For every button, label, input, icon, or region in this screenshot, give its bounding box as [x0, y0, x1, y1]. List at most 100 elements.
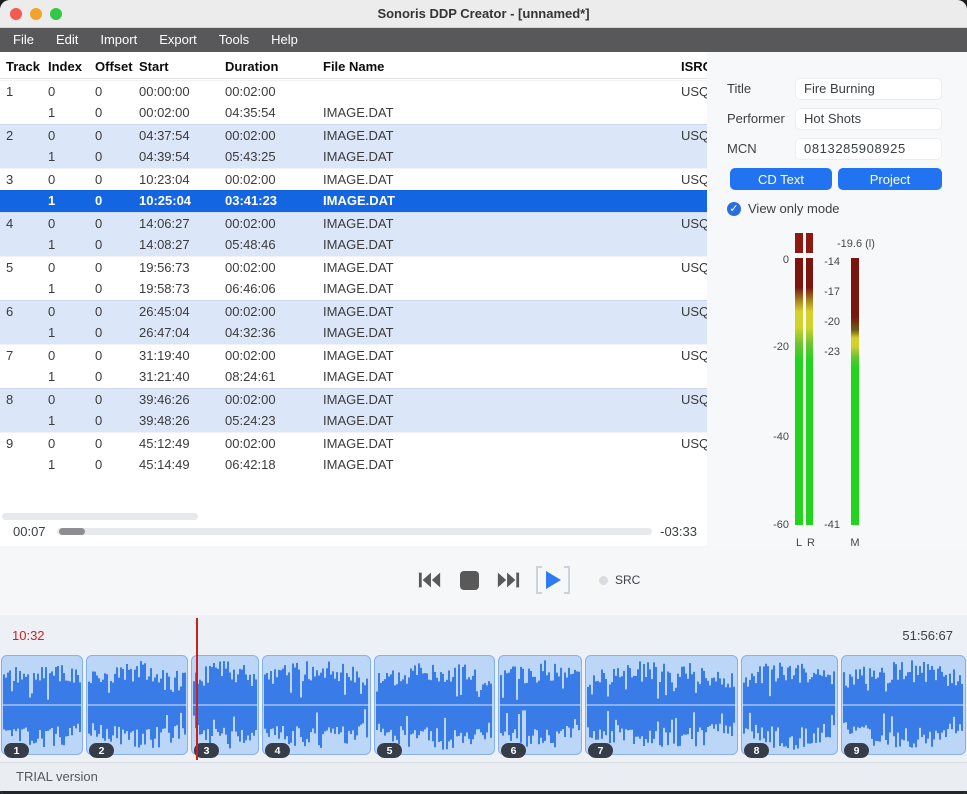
audio-clip[interactable]: 8: [741, 655, 838, 755]
cell-start: 14:08:27: [139, 234, 221, 256]
table-row[interactable]: 40014:06:2700:02:00IMAGE.DATUSQ: [0, 212, 707, 234]
table-row[interactable]: 60026:45:0400:02:00IMAGE.DATUSQ: [0, 300, 707, 322]
src-toggle[interactable]: SRC: [599, 573, 640, 587]
cell-offset: 0: [95, 278, 135, 300]
seek-slider-thumb[interactable]: [59, 528, 85, 535]
horizontal-scrollbar[interactable]: [2, 513, 198, 520]
cell-isrc: [681, 146, 707, 168]
cell-offset: 0: [95, 146, 135, 168]
play-button[interactable]: [536, 566, 570, 594]
track-number-badge: 1: [4, 743, 29, 758]
audio-clip[interactable]: 9: [841, 655, 966, 755]
total-duration: 51:56:67: [902, 628, 953, 643]
cell-track: [6, 146, 46, 168]
cell-start: 26:45:04: [139, 301, 221, 323]
table-row[interactable]: 70031:19:4000:02:00IMAGE.DATUSQ: [0, 344, 707, 366]
m-scale-bottom: -41: [802, 519, 840, 531]
audio-clip[interactable]: 5: [374, 655, 495, 755]
title-label: Title: [727, 78, 751, 100]
project-button[interactable]: Project: [838, 168, 942, 190]
performer-field[interactable]: [795, 108, 942, 130]
table-row[interactable]: 1039:48:2605:24:23IMAGE.DAT: [0, 410, 707, 432]
column-header-index[interactable]: Index: [48, 57, 88, 79]
audio-clip[interactable]: 4: [262, 655, 371, 755]
m-scale-tick: -20: [802, 316, 840, 328]
cell-index: 1: [48, 146, 88, 168]
cell-isrc: USQ: [681, 81, 707, 103]
cell-offset: 0: [95, 190, 135, 212]
cell-isrc: [681, 234, 707, 256]
title-field[interactable]: [795, 78, 942, 100]
table-row[interactable]: 1045:14:4906:42:18IMAGE.DAT: [0, 454, 707, 476]
seek-slider[interactable]: [57, 528, 652, 535]
table-row[interactable]: 10000:00:0000:02:00USQ: [0, 80, 707, 102]
cell-offset: 0: [95, 322, 135, 344]
loudness-meter-m: [851, 258, 859, 525]
table-row[interactable]: 1026:47:0404:32:36IMAGE.DAT: [0, 322, 707, 344]
table-row[interactable]: 1031:21:4008:24:61IMAGE.DAT: [0, 366, 707, 388]
cell-track: 3: [6, 169, 46, 191]
cell-duration: 05:24:23: [225, 410, 317, 432]
src-label: SRC: [615, 573, 640, 587]
table-row[interactable]: 1014:08:2705:48:46IMAGE.DAT: [0, 234, 707, 256]
cell-index: 1: [48, 322, 88, 344]
audio-clip[interactable]: 2: [86, 655, 188, 755]
stop-icon[interactable]: [456, 567, 482, 593]
cell-isrc: USQ: [681, 169, 707, 191]
table-row[interactable]: 80039:46:2600:02:00IMAGE.DATUSQ: [0, 388, 707, 410]
table-row[interactable]: 30010:23:0400:02:00IMAGE.DATUSQ: [0, 168, 707, 190]
lr-scale-tick: 0: [745, 254, 789, 266]
cell-file: IMAGE.DAT: [323, 454, 543, 476]
table-row[interactable]: 1019:58:7306:46:06IMAGE.DAT: [0, 278, 707, 300]
column-header-track[interactable]: Track: [6, 57, 46, 79]
cell-duration: 00:02:00: [225, 433, 317, 455]
table-row[interactable]: 1000:02:0004:35:54IMAGE.DAT: [0, 102, 707, 124]
cell-file: IMAGE.DAT: [323, 433, 543, 455]
column-header-start[interactable]: Start: [139, 57, 221, 79]
audio-clip[interactable]: 6: [498, 655, 582, 755]
table-row[interactable]: 90045:12:4900:02:00IMAGE.DATUSQ: [0, 432, 707, 454]
m-scale-tick: -17: [802, 286, 840, 298]
table-row[interactable]: 1010:25:0403:41:23IMAGE.DAT: [0, 190, 707, 212]
column-header-isrc[interactable]: ISRC: [681, 57, 707, 79]
table-row[interactable]: 50019:56:7300:02:00IMAGE.DATUSQ: [0, 256, 707, 278]
next-track-icon[interactable]: [495, 567, 521, 593]
cell-offset: 0: [95, 301, 135, 323]
cell-track: 7: [6, 345, 46, 367]
cell-duration: 08:24:61: [225, 366, 317, 388]
cell-track: [6, 102, 46, 124]
audio-clip[interactable]: 7: [585, 655, 738, 755]
mcn-field[interactable]: [795, 138, 942, 160]
view-only-mode-checkbox[interactable]: ✓ View only mode: [727, 201, 840, 216]
cell-file: IMAGE.DAT: [323, 301, 543, 323]
previous-track-icon[interactable]: [417, 567, 443, 593]
table-row[interactable]: 1004:39:5405:43:25IMAGE.DAT: [0, 146, 707, 168]
cell-offset: 0: [95, 410, 135, 432]
playhead-position-time: 10:32: [12, 628, 45, 643]
audio-clip[interactable]: 1: [1, 655, 83, 755]
side-panel: Title Performer MCN CD Text Project ✓ Vi…: [707, 52, 967, 546]
column-header-file-name[interactable]: File Name: [323, 57, 543, 79]
menu-item-help[interactable]: Help: [260, 28, 309, 52]
column-header-duration[interactable]: Duration: [225, 57, 317, 79]
cell-duration: 00:02:00: [225, 257, 317, 279]
cell-track: 8: [6, 389, 46, 411]
cell-start: 10:25:04: [139, 190, 221, 212]
cell-track: [6, 366, 46, 388]
menu-item-export[interactable]: Export: [148, 28, 208, 52]
cell-file: IMAGE.DAT: [323, 169, 543, 191]
menu-item-import[interactable]: Import: [89, 28, 148, 52]
cd-text-button[interactable]: CD Text: [730, 168, 832, 190]
audio-clip[interactable]: 3: [191, 655, 259, 755]
play-bracket-left: [536, 566, 542, 594]
cell-track: [6, 410, 46, 432]
table-row[interactable]: 20004:37:5400:02:00IMAGE.DATUSQ: [0, 124, 707, 146]
menu-item-edit[interactable]: Edit: [45, 28, 89, 52]
column-header-offset[interactable]: Offset: [95, 57, 135, 79]
menu-item-tools[interactable]: Tools: [208, 28, 260, 52]
menu-item-file[interactable]: File: [2, 28, 45, 52]
cell-file: IMAGE.DAT: [323, 102, 543, 124]
cell-offset: 0: [95, 389, 135, 411]
cell-index: 1: [48, 410, 88, 432]
cell-start: 04:39:54: [139, 146, 221, 168]
